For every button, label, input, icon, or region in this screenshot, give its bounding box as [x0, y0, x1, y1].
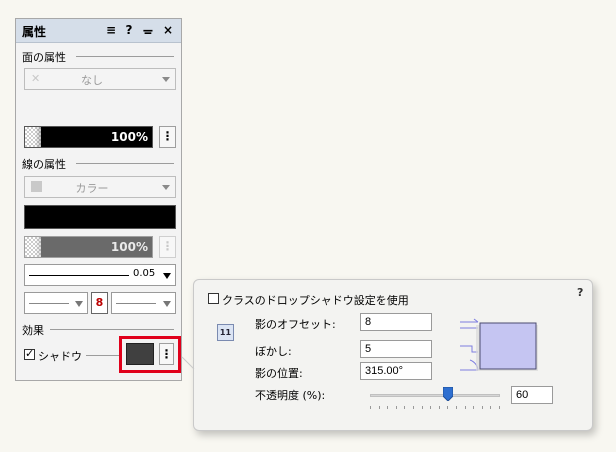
preview-box [479, 322, 537, 370]
chevron-down-icon [75, 301, 83, 307]
line-opacity-swatch[interactable]: 100% [24, 236, 153, 258]
opacity-input[interactable] [511, 386, 553, 404]
chevron-down-icon [163, 301, 171, 307]
slider-tick [482, 406, 483, 409]
close-icon[interactable]: × [161, 22, 175, 38]
slider-tick [447, 406, 448, 409]
line-thickness-dropdown[interactable]: 0.05 [24, 264, 176, 286]
palette-title: 属性 [22, 25, 47, 39]
line-style-value: カラー [75, 182, 109, 195]
offset-guide [460, 318, 479, 329]
fill-section-label: 面の属性 [22, 51, 66, 64]
blur-label: ぼかし: [255, 345, 292, 358]
shadow-settings-popup: ? クラスのドロップシャドウ設定を使用 11 影のオフセット: ぼかし: 影の位… [193, 279, 593, 431]
opacity-label: 不透明度 (%): [255, 389, 326, 402]
chevron-down-icon [162, 77, 170, 82]
slider-tick [439, 406, 440, 409]
popup-pointer [181, 356, 195, 370]
shadow-preview [460, 318, 538, 371]
fill-section-divider [76, 56, 174, 57]
blur-input[interactable] [360, 340, 432, 358]
slider-ticks [370, 406, 500, 410]
line-more-button-disabled: ⋮ [159, 236, 176, 258]
opacity-slider[interactable] [370, 386, 500, 416]
slider-tick [499, 406, 500, 409]
popup-help-icon[interactable]: ? [577, 286, 583, 299]
shadow-checkbox[interactable]: ✓ [24, 347, 35, 360]
slider-tick [396, 406, 397, 409]
slider-tick [430, 406, 431, 409]
shadow-divider [86, 355, 119, 356]
line-section-label: 線の属性 [22, 158, 66, 171]
chevron-down-icon [162, 185, 170, 190]
line-thickness-preview [29, 275, 129, 276]
line-section-divider [76, 163, 174, 164]
fill-style-value: なし [81, 74, 103, 87]
class-shadow-icon: 11 [217, 324, 234, 341]
pin-icon[interactable]: ᚚ [141, 22, 155, 38]
offset-input[interactable] [360, 313, 432, 331]
slider-tick [465, 406, 466, 409]
shadow-label: シャドウ [38, 350, 82, 363]
fill-opacity-value: 100% [110, 130, 148, 144]
link-markers-button[interactable]: 8 [91, 292, 108, 314]
shadow-more-button[interactable]: ⋮ [159, 343, 174, 365]
slider-track [370, 394, 500, 397]
chevron-down-icon [163, 273, 171, 279]
shadow-color-swatch[interactable] [126, 343, 154, 365]
use-class-shadow-checkbox[interactable] [208, 293, 219, 304]
slider-tick [379, 406, 380, 409]
marker-preview [29, 303, 69, 304]
start-marker-dropdown[interactable] [24, 292, 88, 314]
shadow-angle-label: 影の位置: [255, 367, 303, 380]
fill-opacity-swatch[interactable]: 100% [24, 126, 153, 148]
opacity-gradient [35, 127, 59, 147]
line-style-dropdown[interactable]: カラー [24, 176, 176, 198]
effects-section-label: 効果 [22, 324, 44, 337]
line-color-swatch[interactable] [24, 205, 176, 229]
slider-tick [370, 406, 371, 409]
line-opacity-value: 100% [110, 240, 148, 254]
effects-section-divider [50, 329, 174, 330]
end-marker-dropdown[interactable] [111, 292, 176, 314]
checkmark-icon: ✓ [25, 347, 35, 360]
use-class-shadow-label: クラスのドロップシャドウ設定を使用 [222, 294, 409, 307]
slider-tick [490, 406, 491, 409]
opacity-gradient [35, 237, 59, 257]
slider-thumb[interactable] [442, 386, 454, 402]
slider-tick [387, 406, 388, 409]
slider-tick [404, 406, 405, 409]
attributes-palette: 属性 ≡ ? ᚚ × 面の属性 ✕ なし 100% ⋮ 線の属性 カラー 100… [15, 18, 182, 381]
slider-tick [456, 406, 457, 409]
shadow-angle-input[interactable] [360, 362, 432, 380]
menu-icon[interactable]: ≡ [104, 22, 118, 38]
slider-tick [422, 406, 423, 409]
line-thickness-value: 0.05 [133, 268, 156, 279]
offset-label: 影のオフセット: [255, 318, 336, 331]
fill-more-button[interactable]: ⋮ [159, 126, 176, 148]
help-icon[interactable]: ? [122, 22, 136, 38]
palette-titlebar[interactable]: 属性 ≡ ? ᚚ × [16, 19, 181, 43]
marker-preview [116, 303, 156, 304]
slider-thumb-icon [442, 386, 454, 402]
angle-guide [460, 359, 479, 371]
fill-style-dropdown[interactable]: ✕ なし [24, 68, 176, 90]
slider-tick [473, 406, 474, 409]
blur-guide [460, 345, 478, 353]
slider-tick [413, 406, 414, 409]
